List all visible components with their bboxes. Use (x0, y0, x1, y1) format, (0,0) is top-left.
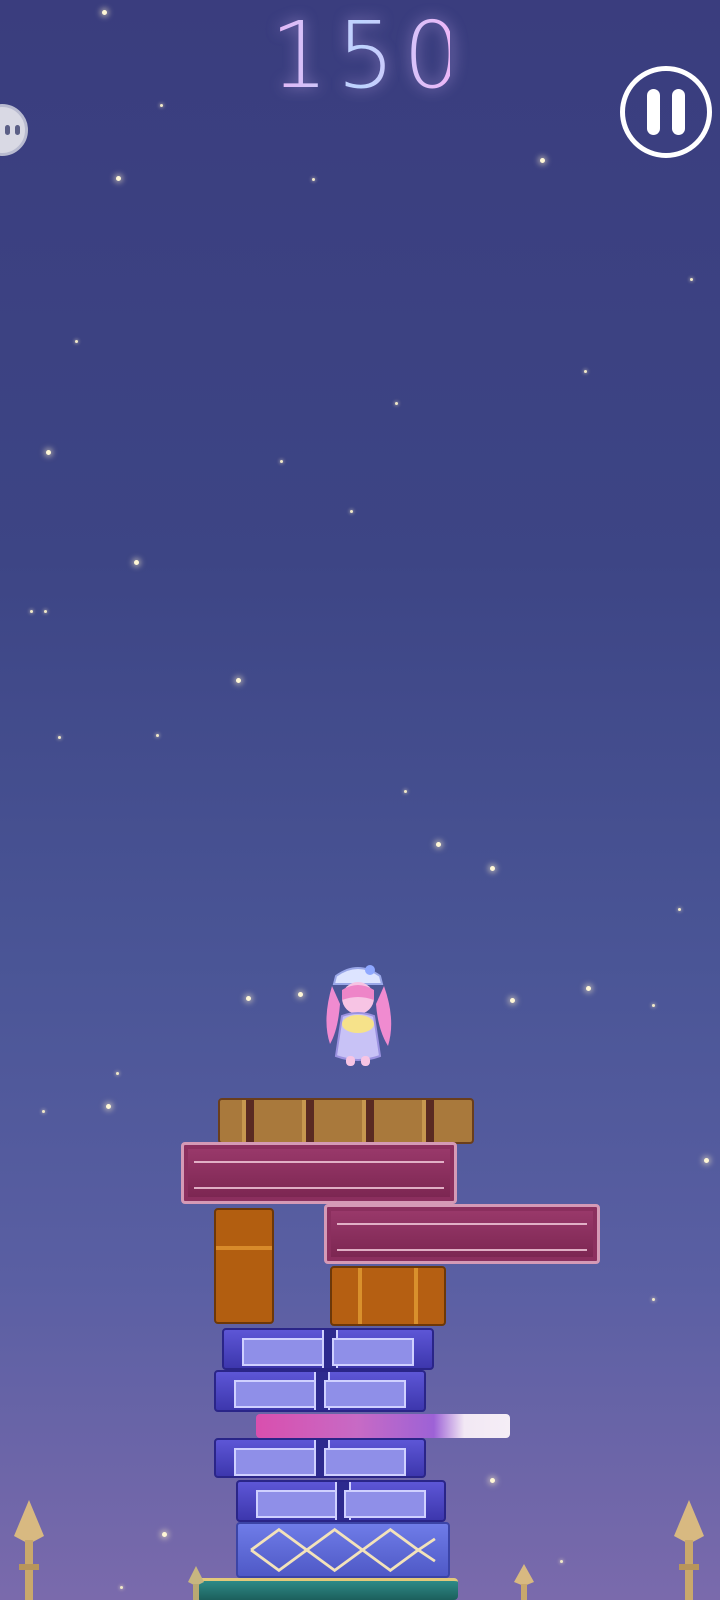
blue-book (222, 1328, 434, 1370)
diamond-book (236, 1522, 450, 1578)
magenta-book (181, 1142, 457, 1204)
blue-book (236, 1480, 446, 1522)
spire-small-left-icon (188, 1566, 204, 1600)
orange-book (330, 1266, 446, 1326)
pink-strip-book (256, 1414, 510, 1438)
brown-book (218, 1098, 474, 1144)
blue-book (214, 1438, 426, 1478)
spire-right-icon (674, 1500, 704, 1600)
spire-left-icon (14, 1500, 44, 1600)
pause-icon (647, 89, 660, 135)
score-counter: 150 (270, 2, 470, 109)
orange-book (214, 1208, 274, 1324)
spire-small-right-icon (514, 1564, 534, 1600)
teal-book (196, 1578, 458, 1600)
blue-book (214, 1370, 426, 1412)
magenta-book (324, 1204, 600, 1264)
girl-with-pink-hair-icon (326, 965, 392, 1066)
pause-button[interactable] (620, 66, 712, 158)
